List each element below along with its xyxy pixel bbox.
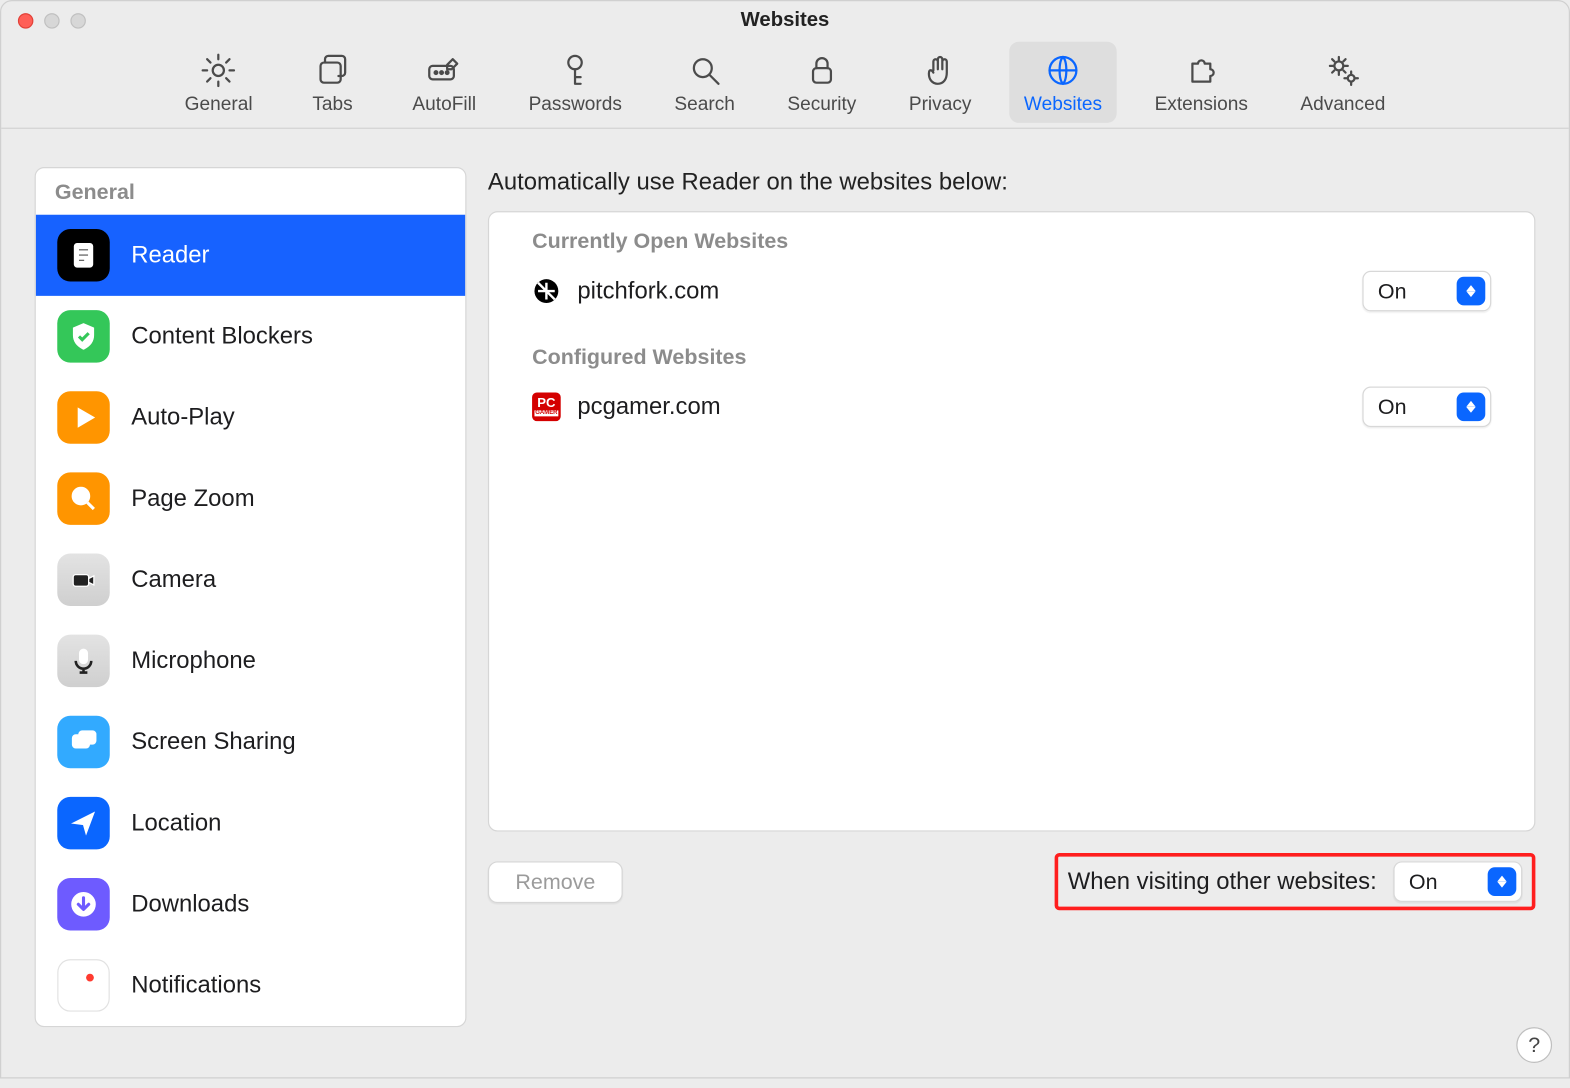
sidebar-item-label: Notifications xyxy=(131,972,261,999)
tab-search[interactable]: Search xyxy=(660,42,749,123)
chevron-updown-icon xyxy=(1488,867,1517,896)
sidebar-item-location[interactable]: Location xyxy=(36,783,465,864)
reader-mode-popup[interactable]: On xyxy=(1362,387,1491,428)
popup-value: On xyxy=(1364,279,1457,304)
close-window-button[interactable] xyxy=(18,13,34,29)
popup-value: On xyxy=(1364,394,1457,419)
website-row[interactable]: PCGAMER pcgamer.com On xyxy=(489,379,1534,443)
tab-label: Passwords xyxy=(529,94,622,115)
tab-label: Privacy xyxy=(909,94,972,115)
tab-privacy[interactable]: Privacy xyxy=(895,42,986,123)
preferences-window: Websites General Tabs AutoFill Password xyxy=(0,0,1570,1078)
traffic-lights xyxy=(18,13,86,29)
sidebar-item-notifications[interactable]: Notifications xyxy=(36,945,465,1026)
microphone-icon xyxy=(57,635,109,687)
popup-value: On xyxy=(1395,869,1488,894)
tab-security[interactable]: Security xyxy=(773,42,871,123)
bell-icon xyxy=(57,959,109,1011)
tab-extensions[interactable]: Extensions xyxy=(1140,42,1262,123)
zoom-window-button[interactable] xyxy=(70,13,86,29)
pitchfork-favicon xyxy=(532,277,561,306)
sidebar-item-label: Auto-Play xyxy=(131,404,234,431)
sidebar-item-microphone[interactable]: Microphone xyxy=(36,620,465,701)
tab-websites[interactable]: Websites xyxy=(1010,42,1117,123)
section-open-label: Currently Open Websites xyxy=(489,212,1534,263)
section-configured-label: Configured Websites xyxy=(489,328,1534,379)
titlebar: Websites xyxy=(1,1,1569,39)
reader-icon xyxy=(57,229,109,281)
magnifier-icon xyxy=(683,49,726,92)
gears-icon xyxy=(1321,49,1364,92)
tab-label: AutoFill xyxy=(412,94,476,115)
reader-mode-popup[interactable]: On xyxy=(1362,271,1491,312)
minimize-window-button[interactable] xyxy=(44,13,60,29)
sidebar-item-camera[interactable]: Camera xyxy=(36,539,465,620)
tab-passwords[interactable]: Passwords xyxy=(514,42,636,123)
detail-footer: Remove When visiting other websites: On xyxy=(488,832,1535,911)
preferences-toolbar: General Tabs AutoFill Passwords Search xyxy=(1,39,1569,128)
sidebar-header: General xyxy=(36,168,465,215)
detail-pane: Automatically use Reader on the websites… xyxy=(488,167,1535,910)
screens-icon xyxy=(57,716,109,768)
chevron-updown-icon xyxy=(1457,392,1486,421)
zoom-in-icon xyxy=(57,472,109,524)
other-websites-group: When visiting other websites: On xyxy=(1055,853,1536,910)
sidebar-item-label: Camera xyxy=(131,566,216,593)
tab-advanced[interactable]: Advanced xyxy=(1286,42,1400,123)
sidebar-item-screen-sharing[interactable]: Screen Sharing xyxy=(36,701,465,782)
sidebar-item-label: Page Zoom xyxy=(131,485,254,512)
tabs-icon xyxy=(311,49,354,92)
shield-check-icon xyxy=(57,310,109,362)
other-websites-label: When visiting other websites: xyxy=(1068,868,1377,895)
sidebar-item-page-zoom[interactable]: Page Zoom xyxy=(36,458,465,539)
sidebar-item-label: Screen Sharing xyxy=(131,728,295,755)
location-arrow-icon xyxy=(57,797,109,849)
globe-icon xyxy=(1042,49,1085,92)
sidebar-item-reader[interactable]: Reader xyxy=(36,215,465,296)
sidebar-item-label: Microphone xyxy=(131,647,256,674)
tab-label: Advanced xyxy=(1300,94,1385,115)
other-websites-popup[interactable]: On xyxy=(1393,861,1522,902)
download-icon xyxy=(57,878,109,930)
gear-icon xyxy=(197,49,240,92)
tab-label: Security xyxy=(787,94,856,115)
sidebar-item-label: Content Blockers xyxy=(131,323,313,350)
detail-title: Automatically use Reader on the websites… xyxy=(488,167,1535,211)
sidebar-item-label: Location xyxy=(131,809,221,836)
website-domain: pitchfork.com xyxy=(577,277,719,304)
remove-button[interactable]: Remove xyxy=(488,861,623,903)
tab-autofill[interactable]: AutoFill xyxy=(398,42,490,123)
lock-icon xyxy=(800,49,843,92)
website-row[interactable]: pitchfork.com On xyxy=(489,264,1534,328)
tab-tabs[interactable]: Tabs xyxy=(291,42,375,123)
sidebar-item-label: Downloads xyxy=(131,891,249,918)
tab-label: Websites xyxy=(1024,94,1102,115)
website-domain: pcgamer.com xyxy=(577,393,720,420)
body: General Reader Content Blockers Auto-Pla… xyxy=(1,129,1569,1077)
sidebar-item-content-blockers[interactable]: Content Blockers xyxy=(36,296,465,377)
camera-icon xyxy=(57,554,109,606)
tab-general[interactable]: General xyxy=(170,42,267,123)
sidebar-item-label: Reader xyxy=(131,242,209,269)
sidebar-item-autoplay[interactable]: Auto-Play xyxy=(36,377,465,458)
pencil-field-icon xyxy=(423,49,466,92)
sidebar: General Reader Content Blockers Auto-Pla… xyxy=(35,167,467,1027)
sidebar-item-downloads[interactable]: Downloads xyxy=(36,864,465,945)
pcgamer-favicon: PCGAMER xyxy=(532,392,561,421)
websites-list: Currently Open Websites pitchfork.com On xyxy=(488,211,1535,831)
help-button[interactable]: ? xyxy=(1516,1027,1552,1063)
tab-label: General xyxy=(185,94,253,115)
chevron-updown-icon xyxy=(1457,277,1486,306)
hand-icon xyxy=(919,49,962,92)
window-title: Websites xyxy=(1,1,1569,39)
tab-label: Search xyxy=(674,94,734,115)
tab-label: Extensions xyxy=(1155,94,1248,115)
key-icon xyxy=(554,49,597,92)
puzzle-icon xyxy=(1180,49,1223,92)
tab-label: Tabs xyxy=(312,94,352,115)
play-icon xyxy=(57,391,109,443)
